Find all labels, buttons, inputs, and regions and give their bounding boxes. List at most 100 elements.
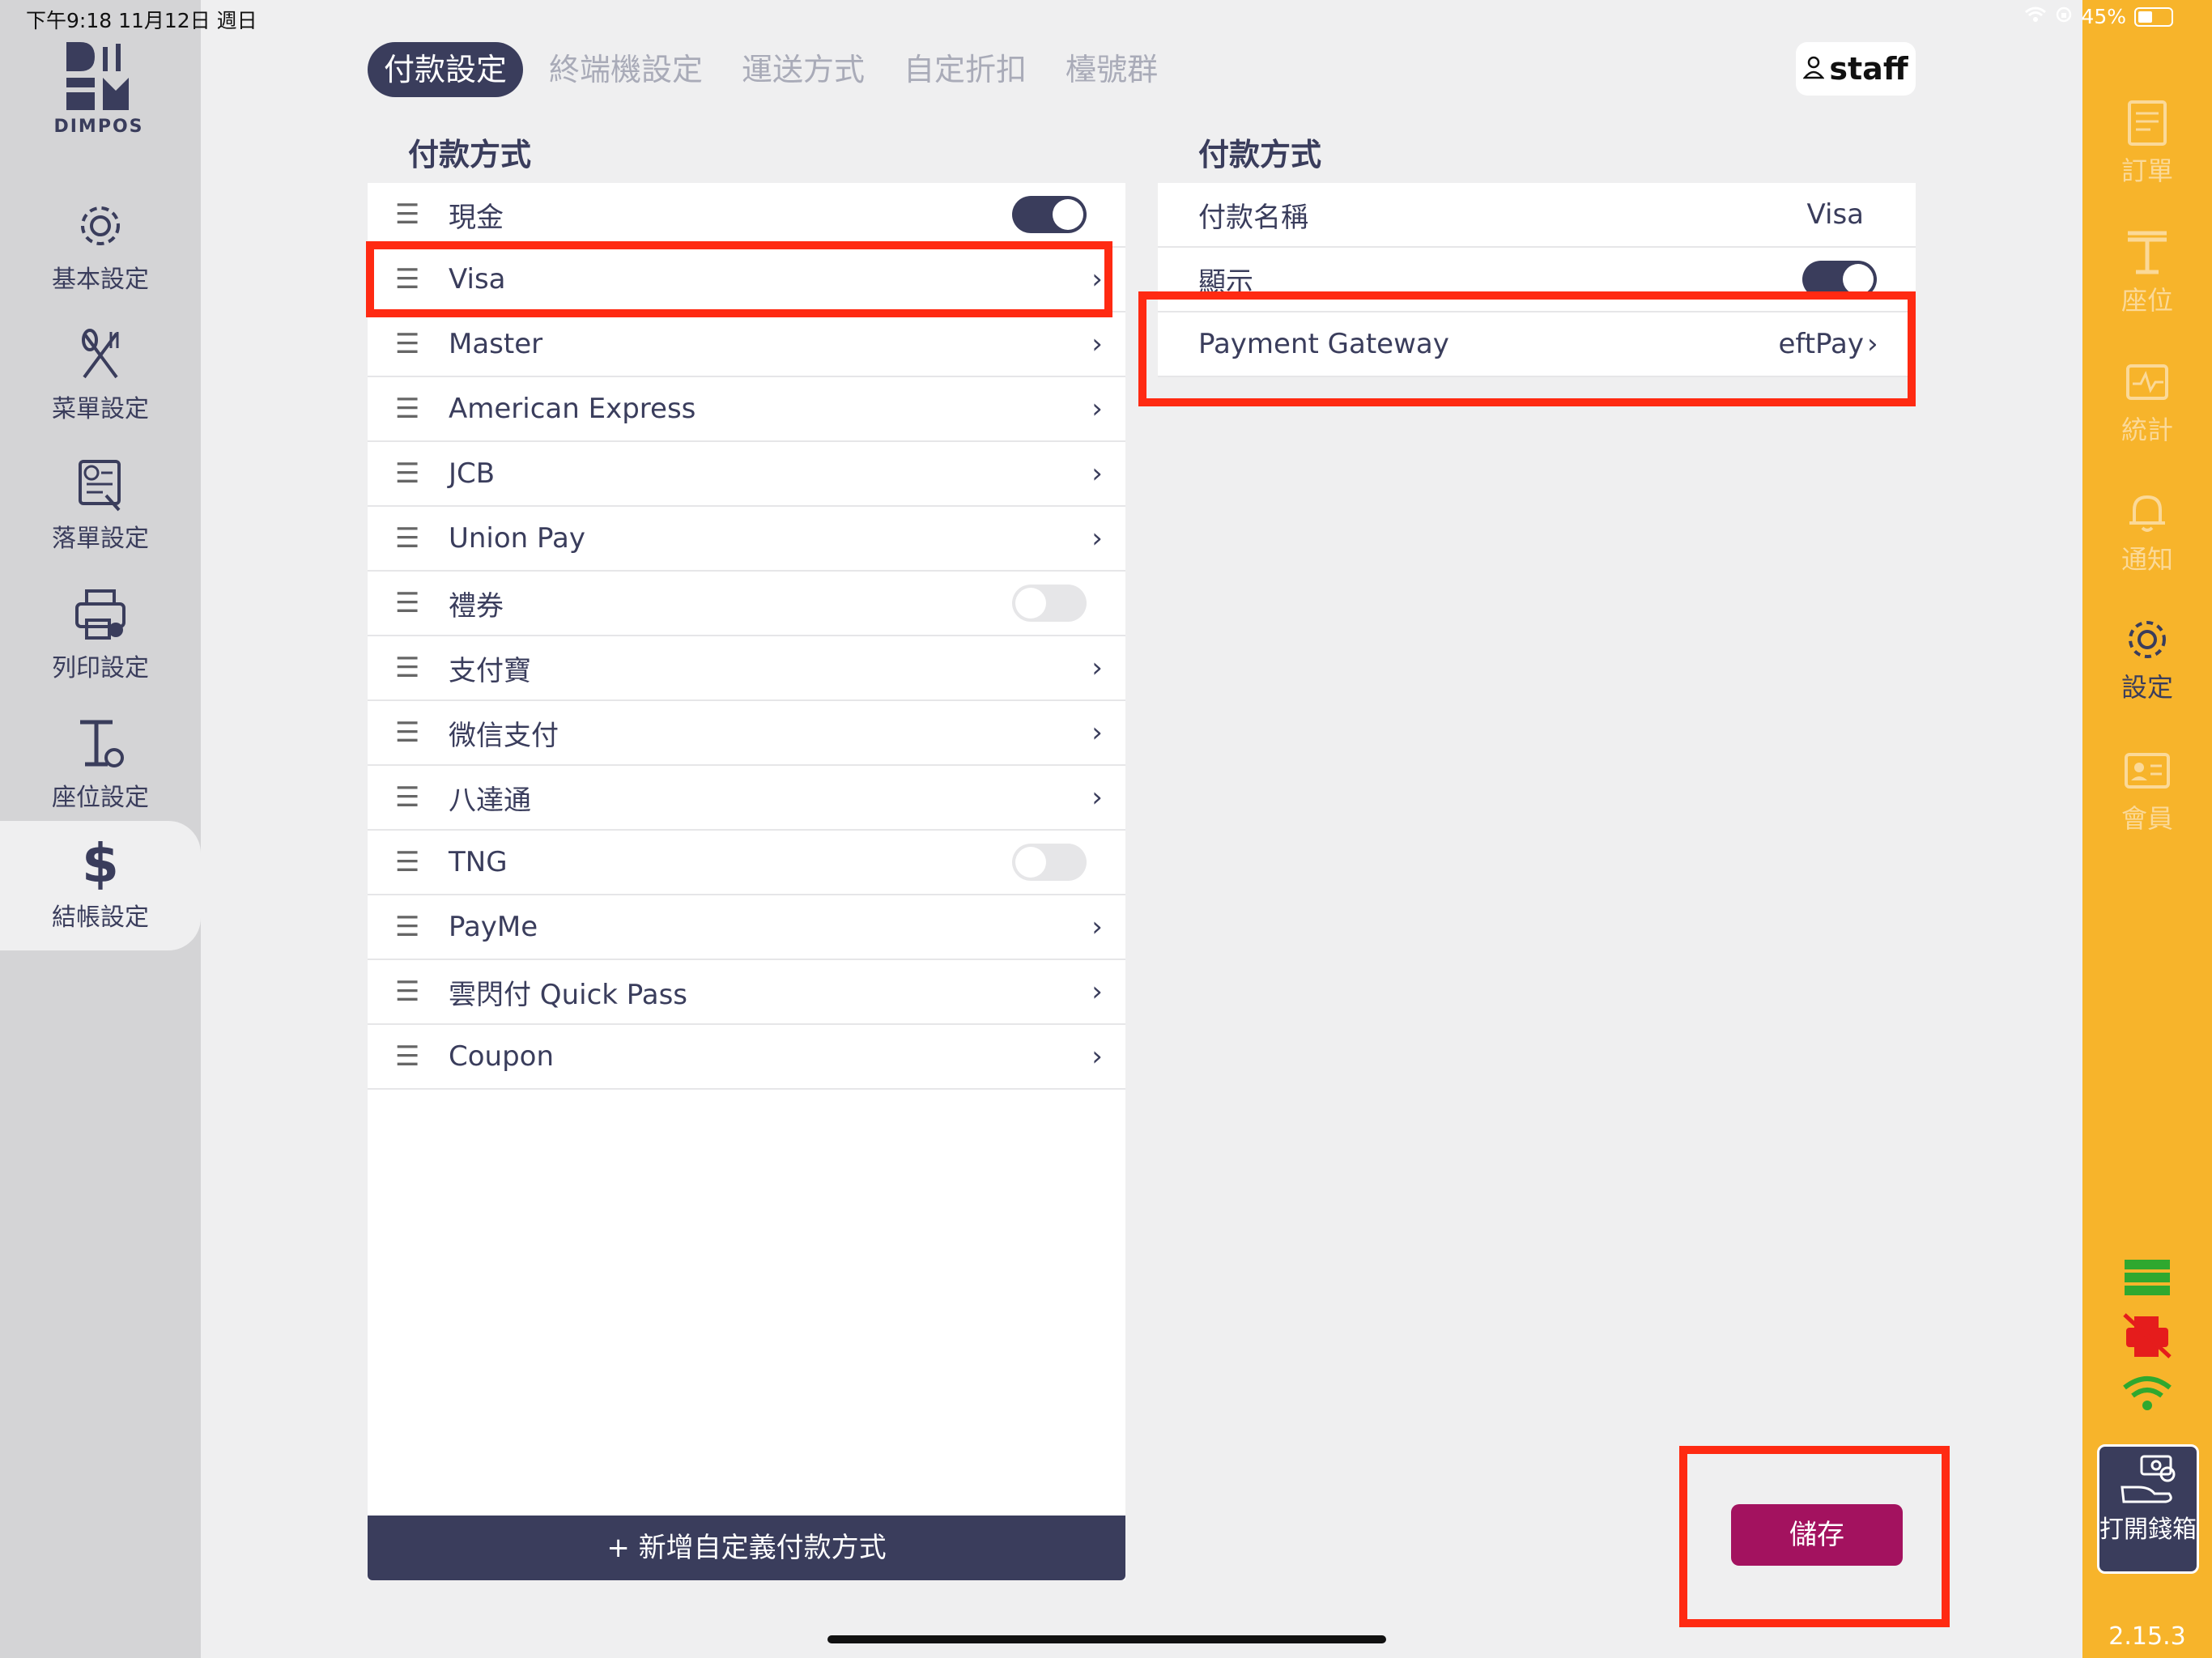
drag-handle-icon[interactable]: ☰ (368, 652, 449, 684)
highlight-visa-row (366, 241, 1112, 317)
right-nav-label: 設定 (2121, 672, 2173, 703)
detail-title: 付款方式 (1198, 137, 1322, 172)
right-nav-label: 會員 (2121, 803, 2173, 834)
user-chip[interactable]: staff (1796, 42, 1916, 96)
right-nav-stats[interactable]: 統計 (2082, 358, 2212, 447)
right-nav-label: 統計 (2121, 414, 2173, 445)
list-item[interactable]: ☰ 禮券 (368, 572, 1125, 636)
payment-method-label: 八達通 (449, 784, 531, 817)
drag-handle-icon[interactable]: ☰ (368, 716, 449, 749)
drag-handle-icon[interactable]: ☰ (368, 522, 449, 555)
payment-method-label: American Express (449, 393, 696, 425)
enable-toggle[interactable] (1012, 585, 1087, 622)
sidebar-item-menu-settings[interactable]: 菜單設定 (0, 312, 201, 442)
drag-handle-icon[interactable]: ☰ (368, 393, 449, 425)
right-nav-label: 訂單 (2121, 155, 2173, 186)
highlight-gateway-row (1138, 291, 1916, 406)
detail-name-label: 付款名稱 (1198, 201, 1308, 234)
chevron-right-icon: › (1091, 781, 1103, 814)
list-item[interactable]: ☰ 支付寶 › (368, 636, 1125, 701)
sidebar-item-table-settings[interactable]: 座位設定 (0, 701, 201, 831)
printer-offline-icon (2082, 1312, 2212, 1363)
drag-handle-icon[interactable]: ☰ (368, 1040, 449, 1073)
list-item[interactable]: ☰ 八達通 › (368, 766, 1125, 831)
seat-icon (2123, 228, 2172, 277)
enable-toggle[interactable] (1012, 844, 1087, 881)
drag-handle-icon[interactable]: ☰ (368, 328, 449, 360)
right-nav-settings[interactable]: 設定 (2082, 615, 2212, 704)
right-nav-notifications[interactable]: 通知 (2082, 487, 2212, 576)
settings-tabs: 付款設定 終端機設定 運送方式 自定折扣 檯號群 (368, 42, 1184, 97)
chevron-right-icon: › (1091, 911, 1103, 943)
payment-method-label: Union Pay (449, 522, 585, 555)
sidebar-item-basic-settings[interactable]: 基本設定 (0, 183, 201, 312)
chevron-right-icon: › (1091, 716, 1103, 749)
list-item[interactable]: ☰ 微信支付 › (368, 701, 1125, 766)
gear-icon (2123, 615, 2172, 664)
list-item[interactable]: ☰ PayMe › (368, 895, 1125, 960)
list-item[interactable]: ☰ TNG (368, 831, 1125, 895)
tab-custom-discounts[interactable]: 自定折扣 (891, 42, 1040, 97)
add-custom-payment-button[interactable]: + 新增自定義付款方式 (368, 1516, 1125, 1580)
right-nav-seats[interactable]: 座位 (2082, 228, 2212, 317)
payment-methods-title: 付款方式 (408, 137, 532, 172)
dimpos-logo: DIMPOS (49, 40, 149, 137)
drag-handle-icon[interactable]: ☰ (368, 976, 449, 1008)
tab-payment-settings[interactable]: 付款設定 (368, 42, 524, 97)
chevron-right-icon: › (1091, 328, 1103, 360)
home-indicator (827, 1635, 1386, 1643)
list-item[interactable]: ☰ JCB › (368, 442, 1125, 507)
sidebar-item-label: 菜單設定 (52, 395, 149, 423)
sidebar-item-label: 結帳設定 (52, 903, 149, 932)
status-right: 45% (2024, 5, 2173, 28)
list-item[interactable]: ☰ 雲閃付 Quick Pass › (368, 960, 1125, 1025)
user-name: staff (1829, 51, 1908, 87)
drag-handle-icon[interactable]: ☰ (368, 911, 449, 943)
enable-toggle[interactable] (1012, 196, 1087, 233)
logo-mark (62, 40, 135, 113)
sidebar-item-label: 列印設定 (52, 654, 149, 682)
status-time-date: 下午9:18 11月12日 週日 (26, 9, 257, 32)
payment-method-label: JCB (449, 457, 496, 490)
sidebar-item-order-settings[interactable]: 落單設定 (0, 442, 201, 572)
battery-percent: 45% (2081, 5, 2126, 28)
drag-handle-icon[interactable]: ☰ (368, 587, 449, 619)
drag-handle-icon[interactable]: ☰ (368, 457, 449, 490)
left-sidebar: DIMPOS 基本設定 菜單設定 落單設定 列印設定 座位設定 $ 結帳設定 (0, 0, 201, 1658)
detail-row-name[interactable]: 付款名稱 Visa (1158, 183, 1916, 248)
payment-method-label: 禮券 (449, 589, 504, 623)
sidebar-item-checkout-settings[interactable]: $ 結帳設定 (0, 821, 201, 950)
right-nav-orders[interactable]: 訂單 (2082, 99, 2212, 188)
tab-delivery-methods[interactable]: 運送方式 (729, 42, 878, 97)
drag-handle-icon[interactable]: ☰ (368, 198, 449, 231)
chevron-right-icon: › (1091, 1040, 1103, 1073)
tab-terminal-settings[interactable]: 終端機設定 (536, 42, 716, 97)
table-settings-icon (72, 716, 129, 772)
sidebar-item-label: 基本設定 (52, 266, 149, 294)
bell-icon (2123, 487, 2172, 536)
gear-icon (72, 198, 129, 254)
right-nav-label: 通知 (2121, 544, 2173, 575)
payment-method-label: 雲閃付 Quick Pass (449, 978, 687, 1011)
payment-method-label: TNG (449, 846, 508, 878)
list-item[interactable]: ☰ Union Pay › (368, 507, 1125, 572)
chevron-right-icon: › (1091, 522, 1103, 555)
drag-handle-icon[interactable]: ☰ (368, 781, 449, 814)
right-nav-members[interactable]: 會員 (2082, 746, 2212, 835)
order-icon (2123, 99, 2172, 147)
sidebar-item-print-settings[interactable]: 列印設定 (0, 572, 201, 701)
right-nav-label: 座位 (2121, 285, 2173, 316)
list-item[interactable]: ☰ Master › (368, 312, 1125, 377)
drag-handle-icon[interactable]: ☰ (368, 846, 449, 878)
list-item[interactable]: ☰ Coupon › (368, 1025, 1125, 1090)
stats-icon (2123, 358, 2172, 406)
member-card-icon (2123, 746, 2172, 795)
sidebar-item-label: 座位設定 (52, 784, 149, 812)
payment-method-label: PayMe (449, 911, 538, 943)
chevron-right-icon: › (1091, 976, 1103, 1008)
list-item[interactable]: ☰ American Express › (368, 377, 1125, 442)
list-item[interactable]: ☰ 現金 (368, 183, 1125, 248)
open-cash-drawer-button[interactable]: 打開錢箱 (2097, 1444, 2199, 1574)
tab-table-groups[interactable]: 檯號群 (1053, 42, 1171, 97)
save-button[interactable]: 儲存 (1731, 1504, 1903, 1566)
